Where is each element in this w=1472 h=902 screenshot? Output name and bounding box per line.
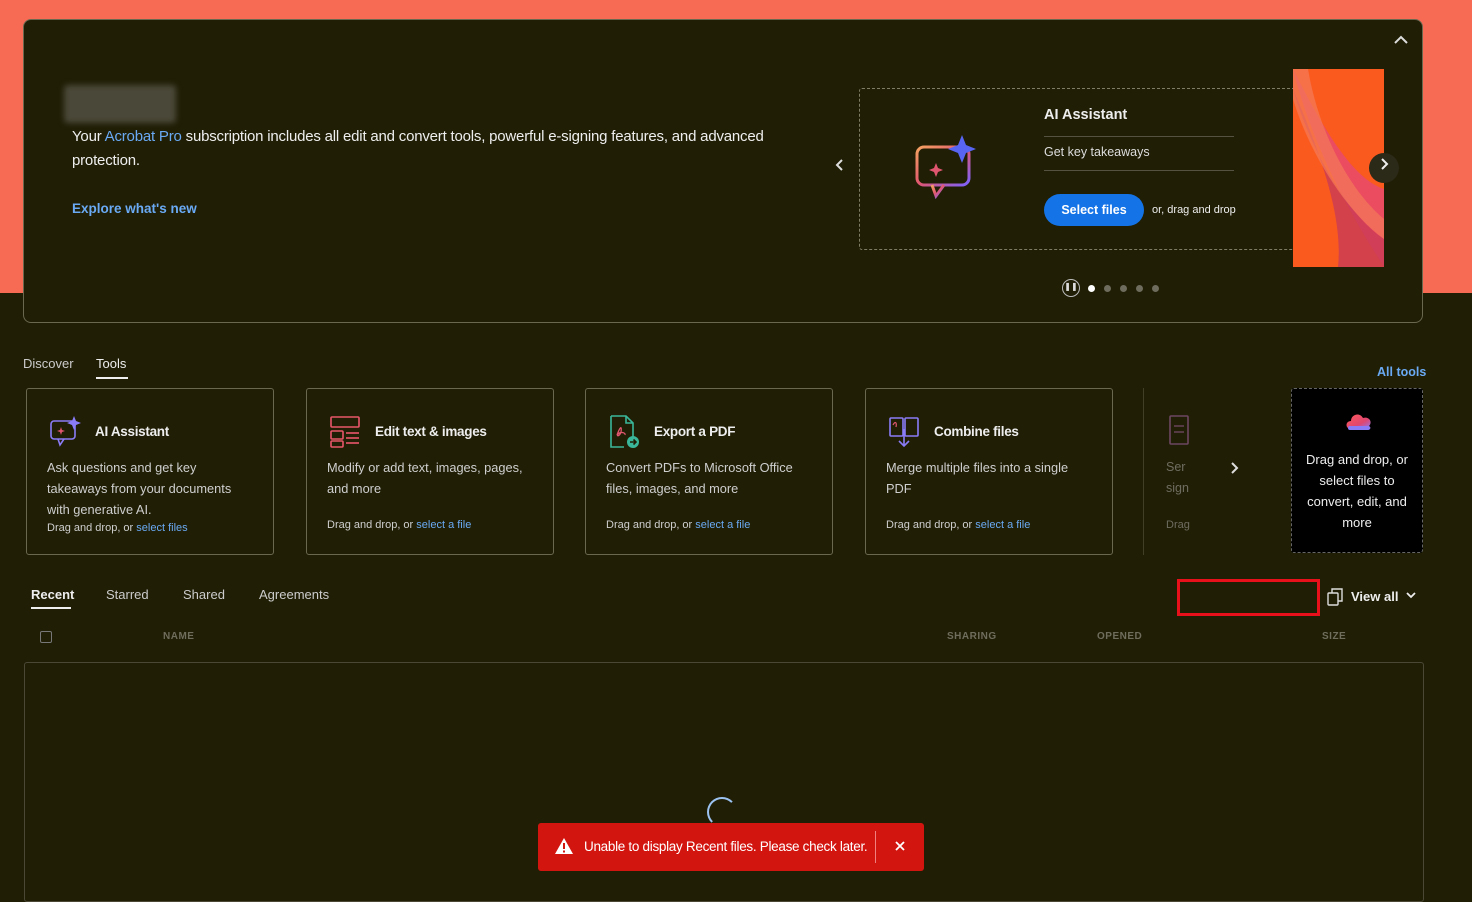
carousel-card-ai-assistant: AI Assistant Get key takeaways Select fi… bbox=[859, 88, 1365, 250]
carousel-dot[interactable] bbox=[1088, 285, 1095, 292]
fill-sign-icon bbox=[1169, 415, 1189, 445]
pause-icon: ❚❚ bbox=[1064, 282, 1078, 291]
tool-drag-hint: Drag and drop, or select a file bbox=[327, 519, 472, 531]
file-list-header: NAME SHARING OPENED SIZE bbox=[0, 628, 1472, 648]
carousel-card-title: AI Assistant bbox=[1044, 107, 1128, 123]
drag-drop-note: or, drag and drop bbox=[1152, 204, 1236, 216]
export-pdf-icon bbox=[610, 415, 639, 448]
divider bbox=[875, 831, 876, 863]
chevron-down-icon bbox=[1405, 587, 1417, 606]
carousel-prev-button[interactable] bbox=[830, 156, 850, 180]
all-tools-link[interactable]: All tools bbox=[1377, 365, 1426, 379]
drop-tile-text: Drag and drop, or select files to conver… bbox=[1306, 452, 1408, 530]
ai-assistant-icon bbox=[50, 416, 81, 447]
combine-files-icon bbox=[889, 417, 919, 448]
blurred-user-name bbox=[64, 85, 176, 123]
error-message: Unable to display Recent files. Please c… bbox=[584, 839, 868, 854]
edit-pdf-icon bbox=[330, 416, 360, 448]
divider bbox=[1044, 170, 1234, 171]
tool-description: Modify or add text, images, pages, and m… bbox=[327, 460, 523, 496]
copy-icon bbox=[1327, 588, 1343, 606]
ai-assistant-icon bbox=[915, 135, 976, 200]
column-sharing[interactable]: SHARING bbox=[947, 631, 997, 642]
select-all-checkbox[interactable] bbox=[40, 631, 52, 643]
explore-whats-new-link[interactable]: Explore what's new bbox=[72, 201, 197, 216]
tool-description: Convert PDFs to Microsoft Office files, … bbox=[606, 460, 793, 496]
select-a-file-link[interactable]: select a file bbox=[695, 519, 750, 531]
tab-agreements[interactable]: Agreements bbox=[259, 587, 329, 602]
column-size[interactable]: SIZE bbox=[1322, 631, 1346, 642]
tab-recent[interactable]: Recent bbox=[31, 587, 74, 602]
collapse-button[interactable] bbox=[1390, 28, 1412, 50]
tool-title: Edit text & images bbox=[375, 424, 487, 439]
tool-description: Merge multiple files into a single PDF bbox=[886, 460, 1069, 496]
select-files-button[interactable]: Select files bbox=[1044, 194, 1144, 226]
hero-panel: Your Acrobat Pro subscription includes a… bbox=[23, 19, 1423, 323]
select-files-link[interactable]: select files bbox=[136, 522, 187, 534]
tool-drag-hint: Drag and drop, or select a file bbox=[606, 519, 751, 531]
chevron-right-icon bbox=[1381, 158, 1389, 170]
tool-title: Combine files bbox=[934, 424, 1019, 439]
carousel-dot[interactable] bbox=[1120, 285, 1127, 292]
select-a-file-link[interactable]: select a file bbox=[416, 519, 471, 531]
tools-next-button[interactable] bbox=[1224, 460, 1244, 484]
product-name: Acrobat Pro bbox=[104, 128, 182, 145]
tool-card-ai-assistant[interactable]: AI Assistant Ask questions and get key t… bbox=[26, 388, 274, 555]
tool-card-export-pdf[interactable]: Export a PDF Convert PDFs to Microsoft O… bbox=[585, 388, 833, 555]
divider bbox=[1044, 136, 1234, 137]
tool-drag-hint: Drag and drop, or select a file bbox=[886, 519, 1031, 531]
pause-button[interactable]: ❚❚ bbox=[1062, 279, 1080, 297]
drop-files-tile[interactable]: Drag and drop, or select files to conver… bbox=[1291, 388, 1423, 553]
partial-tool-text: Ser bbox=[1166, 460, 1186, 474]
toast-close-button[interactable] bbox=[892, 836, 908, 856]
tab-tools[interactable]: Tools bbox=[96, 356, 126, 371]
carousel-dot[interactable] bbox=[1136, 285, 1143, 292]
carousel-next-button[interactable] bbox=[1369, 153, 1399, 183]
tab-discover[interactable]: Discover bbox=[23, 356, 74, 371]
subscription-promo: Your Acrobat Pro subscription includes a… bbox=[72, 128, 764, 169]
column-name[interactable]: NAME bbox=[163, 631, 194, 642]
tab-starred[interactable]: Starred bbox=[106, 587, 149, 602]
close-icon bbox=[895, 841, 905, 851]
tool-drag-hint: Drag and drop, or select files bbox=[47, 522, 188, 534]
chevron-right-icon bbox=[1231, 462, 1239, 474]
view-all-label: View all bbox=[1351, 589, 1399, 604]
cloud-upload-icon bbox=[1346, 414, 1371, 430]
tool-card-edit-text-images[interactable]: Edit text & images Modify or add text, i… bbox=[306, 388, 554, 555]
chevron-left-icon bbox=[835, 159, 843, 171]
warning-icon bbox=[555, 838, 573, 854]
error-toast: Unable to display Recent files. Please c… bbox=[538, 823, 924, 871]
select-a-file-link[interactable]: select a file bbox=[975, 519, 1030, 531]
active-tab-indicator bbox=[96, 377, 128, 379]
tab-shared[interactable]: Shared bbox=[183, 587, 225, 602]
tool-description: Ask questions and get key takeaways from… bbox=[47, 460, 232, 517]
tool-card-combine-files[interactable]: Combine files Merge multiple files into … bbox=[865, 388, 1113, 555]
tool-card-partial[interactable]: Ser sign Drag bbox=[1143, 388, 1198, 555]
chevron-up-icon bbox=[1394, 35, 1408, 44]
partial-tool-text: Drag bbox=[1166, 519, 1190, 531]
partial-tool-text: sign bbox=[1166, 481, 1189, 495]
carousel-card-subtitle: Get key takeaways bbox=[1044, 145, 1150, 159]
tool-title: AI Assistant bbox=[95, 424, 169, 439]
highlight-annotation-box bbox=[1177, 579, 1320, 616]
active-tab-indicator bbox=[31, 607, 71, 609]
tool-title: Export a PDF bbox=[654, 424, 736, 439]
carousel-dot[interactable] bbox=[1104, 285, 1111, 292]
carousel-dot[interactable] bbox=[1152, 285, 1159, 292]
column-opened[interactable]: OPENED bbox=[1097, 631, 1142, 642]
